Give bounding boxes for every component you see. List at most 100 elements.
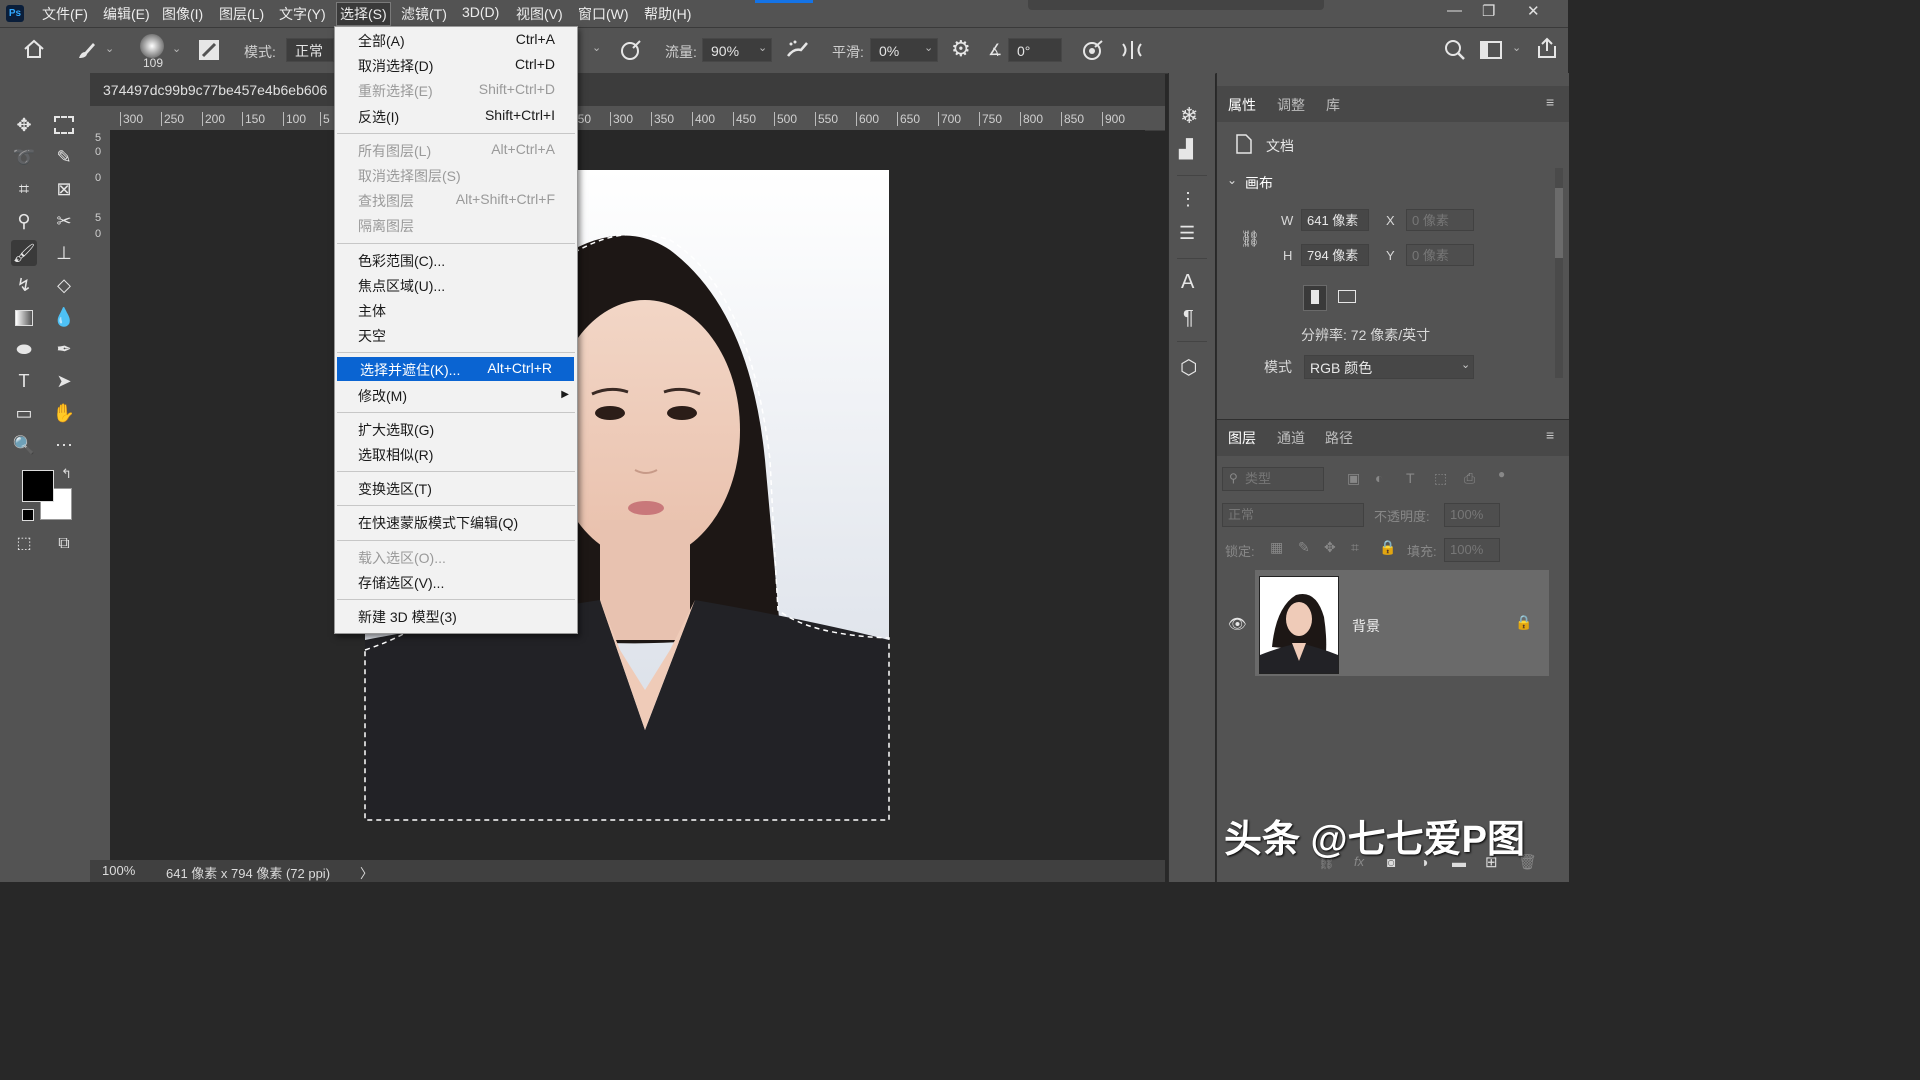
lock-artboard-icon[interactable]: ⌗: [1351, 539, 1359, 556]
menu-item-6-0[interactable]: 在快速蒙版模式下编辑(Q): [335, 510, 577, 534]
airbrush-icon[interactable]: [785, 38, 811, 62]
filter-toggle-icon[interactable]: ●: [1498, 467, 1505, 481]
rectangle-tool-icon[interactable]: ▭: [11, 400, 37, 426]
healing-tool-icon[interactable]: ✂: [51, 208, 77, 234]
home-icon[interactable]: [22, 38, 46, 60]
brush-tip-preview[interactable]: [140, 34, 164, 58]
blend-mode-select[interactable]: 正常: [1222, 503, 1364, 527]
menu-item-0-3[interactable]: 反选(I) Shift+Ctrl+I: [335, 104, 577, 128]
menu-item-4-0[interactable]: 扩大选取(G): [335, 417, 577, 441]
filter-adjustment-icon[interactable]: ◐: [1375, 470, 1383, 486]
menu-item-1-1[interactable]: 取消选择图层(S): [335, 163, 577, 187]
tab-adjustments[interactable]: 调整: [1277, 95, 1305, 115]
panel-menu-icon[interactable]: ≡: [1546, 427, 1554, 443]
menu-layer[interactable]: 图层(L): [219, 4, 264, 24]
brush-tool-icon[interactable]: 🖌: [11, 240, 37, 266]
x-field[interactable]: 0 像素: [1406, 209, 1474, 231]
pressure-size-icon[interactable]: [1081, 38, 1105, 62]
foreground-color-swatch[interactable]: [22, 470, 54, 502]
chevron-down-icon[interactable]: ⌄: [105, 42, 114, 55]
width-field[interactable]: 641 像素: [1301, 209, 1369, 231]
chevron-down-icon[interactable]: ⌄: [592, 41, 601, 54]
height-field[interactable]: 794 像素: [1301, 244, 1369, 266]
adjustments-icon[interactable]: ☰: [1179, 223, 1195, 244]
y-field[interactable]: 0 像素: [1406, 244, 1474, 266]
menu-filter[interactable]: 滤镜(T): [401, 4, 447, 24]
menu-item-2-2[interactable]: 主体: [335, 298, 577, 322]
menu-type[interactable]: 文字(Y): [279, 4, 326, 24]
stamp-tool-icon[interactable]: ⊥: [51, 240, 77, 266]
tab-paths[interactable]: 路径: [1325, 428, 1353, 448]
filter-shape-icon[interactable]: ⬚: [1434, 470, 1447, 487]
link-icon[interactable]: ⛓: [1240, 229, 1260, 249]
filter-pixel-icon[interactable]: ▣: [1347, 470, 1360, 487]
menu-view[interactable]: 视图(V): [516, 4, 563, 24]
blur-tool-icon[interactable]: 💧: [51, 304, 77, 330]
path-select-tool-icon[interactable]: ➤: [51, 368, 77, 394]
share-icon[interactable]: [1535, 36, 1559, 60]
menu-3d[interactable]: 3D(D): [462, 4, 499, 20]
search-icon[interactable]: [1443, 38, 1467, 62]
character-icon[interactable]: A: [1181, 271, 1194, 294]
tab-layers[interactable]: 图层: [1228, 428, 1256, 448]
zoom-level[interactable]: 100%: [102, 863, 135, 878]
paragraph-icon[interactable]: ¶: [1183, 307, 1194, 330]
chevron-down-icon[interactable]: ⌄: [1461, 358, 1470, 371]
opacity-input[interactable]: 100%: [1444, 503, 1500, 527]
workspace-icon[interactable]: [1480, 40, 1502, 60]
lock-transparent-icon[interactable]: ▦: [1270, 539, 1283, 556]
status-menu-arrow[interactable]: 〉: [360, 863, 373, 882]
menu-image[interactable]: 图像(I): [162, 4, 203, 24]
restore-icon[interactable]: ❐: [1482, 2, 1495, 20]
color-mode-select[interactable]: RGB 颜色: [1304, 355, 1474, 379]
fill-input[interactable]: 100%: [1444, 538, 1500, 562]
menu-item-7-1[interactable]: 存储选区(V)...: [335, 570, 577, 594]
eye-icon[interactable]: 👁: [1228, 615, 1247, 633]
frame-tool-icon[interactable]: ⊠: [51, 176, 77, 202]
angle-input[interactable]: 0°: [1008, 38, 1062, 62]
tab-channels[interactable]: 通道: [1277, 428, 1305, 448]
eraser-tool-icon[interactable]: ◇: [51, 272, 77, 298]
screen-mode-icon[interactable]: ⧉: [51, 531, 77, 557]
menu-item-1-2[interactable]: 查找图层 Alt+Shift+Ctrl+F: [335, 188, 577, 212]
menu-item-1-0[interactable]: 所有图层(L) Alt+Ctrl+A: [335, 138, 577, 162]
portrait-orientation-icon[interactable]: [1303, 285, 1327, 311]
more-tools-icon[interactable]: ⋯: [51, 432, 77, 458]
menu-item-1-3[interactable]: 隔离图层: [335, 213, 577, 237]
brush-preset-icon[interactable]: [75, 38, 99, 62]
chevron-down-icon[interactable]: ⌄: [1227, 173, 1237, 187]
menu-item-2-3[interactable]: 天空: [335, 323, 577, 347]
menu-item-0-0[interactable]: 全部(A) Ctrl+A: [335, 28, 577, 52]
navigator-icon[interactable]: ❄: [1180, 103, 1198, 129]
pressure-opacity-icon[interactable]: [619, 38, 643, 62]
eyedropper-tool-icon[interactable]: ⚲: [11, 208, 37, 234]
type-tool-icon[interactable]: T: [11, 368, 37, 394]
history-brush-icon[interactable]: ↯: [11, 272, 37, 298]
brush-settings-icon[interactable]: [198, 39, 220, 61]
default-colors-icon[interactable]: [22, 509, 34, 521]
canvas-area[interactable]: [110, 130, 1145, 860]
move-tool-icon[interactable]: ✥: [11, 112, 37, 138]
tab-properties[interactable]: 属性: [1228, 95, 1256, 115]
symmetry-icon[interactable]: [1119, 38, 1145, 62]
filter-type-icon[interactable]: T: [1406, 470, 1415, 486]
hand-tool-icon[interactable]: ✋: [51, 400, 77, 426]
menu-edit[interactable]: 编辑(E): [103, 4, 150, 24]
quick-mask-icon[interactable]: ⬚: [11, 531, 37, 557]
menu-item-3-0[interactable]: 选择并遮住(K)... Alt+Ctrl+R: [337, 357, 574, 382]
gear-icon[interactable]: ⚙: [951, 36, 971, 62]
menu-item-8-0[interactable]: 新建 3D 模型(3): [335, 604, 577, 628]
document-canvas[interactable]: [110, 130, 1145, 860]
document-tab-title[interactable]: 374497dc99b9c77be457e4b6eb606: [103, 82, 327, 98]
menu-file[interactable]: 文件(F): [42, 4, 88, 24]
layer-name[interactable]: 背景: [1352, 616, 1380, 636]
minimize-icon[interactable]: —: [1447, 2, 1462, 19]
panel-menu-icon[interactable]: ≡: [1546, 94, 1554, 110]
lock-pixels-icon[interactable]: ✎: [1298, 539, 1310, 556]
crop-tool-icon[interactable]: ⌗: [11, 176, 37, 202]
swap-colors-icon[interactable]: ↰: [61, 466, 72, 482]
menu-item-2-0[interactable]: 色彩范围(C)...: [335, 248, 577, 272]
chevron-down-icon[interactable]: ⌄: [172, 42, 181, 55]
menu-item-2-1[interactable]: 焦点区域(U)...: [335, 273, 577, 297]
brush-panel-icon[interactable]: ⋮: [1179, 189, 1197, 210]
